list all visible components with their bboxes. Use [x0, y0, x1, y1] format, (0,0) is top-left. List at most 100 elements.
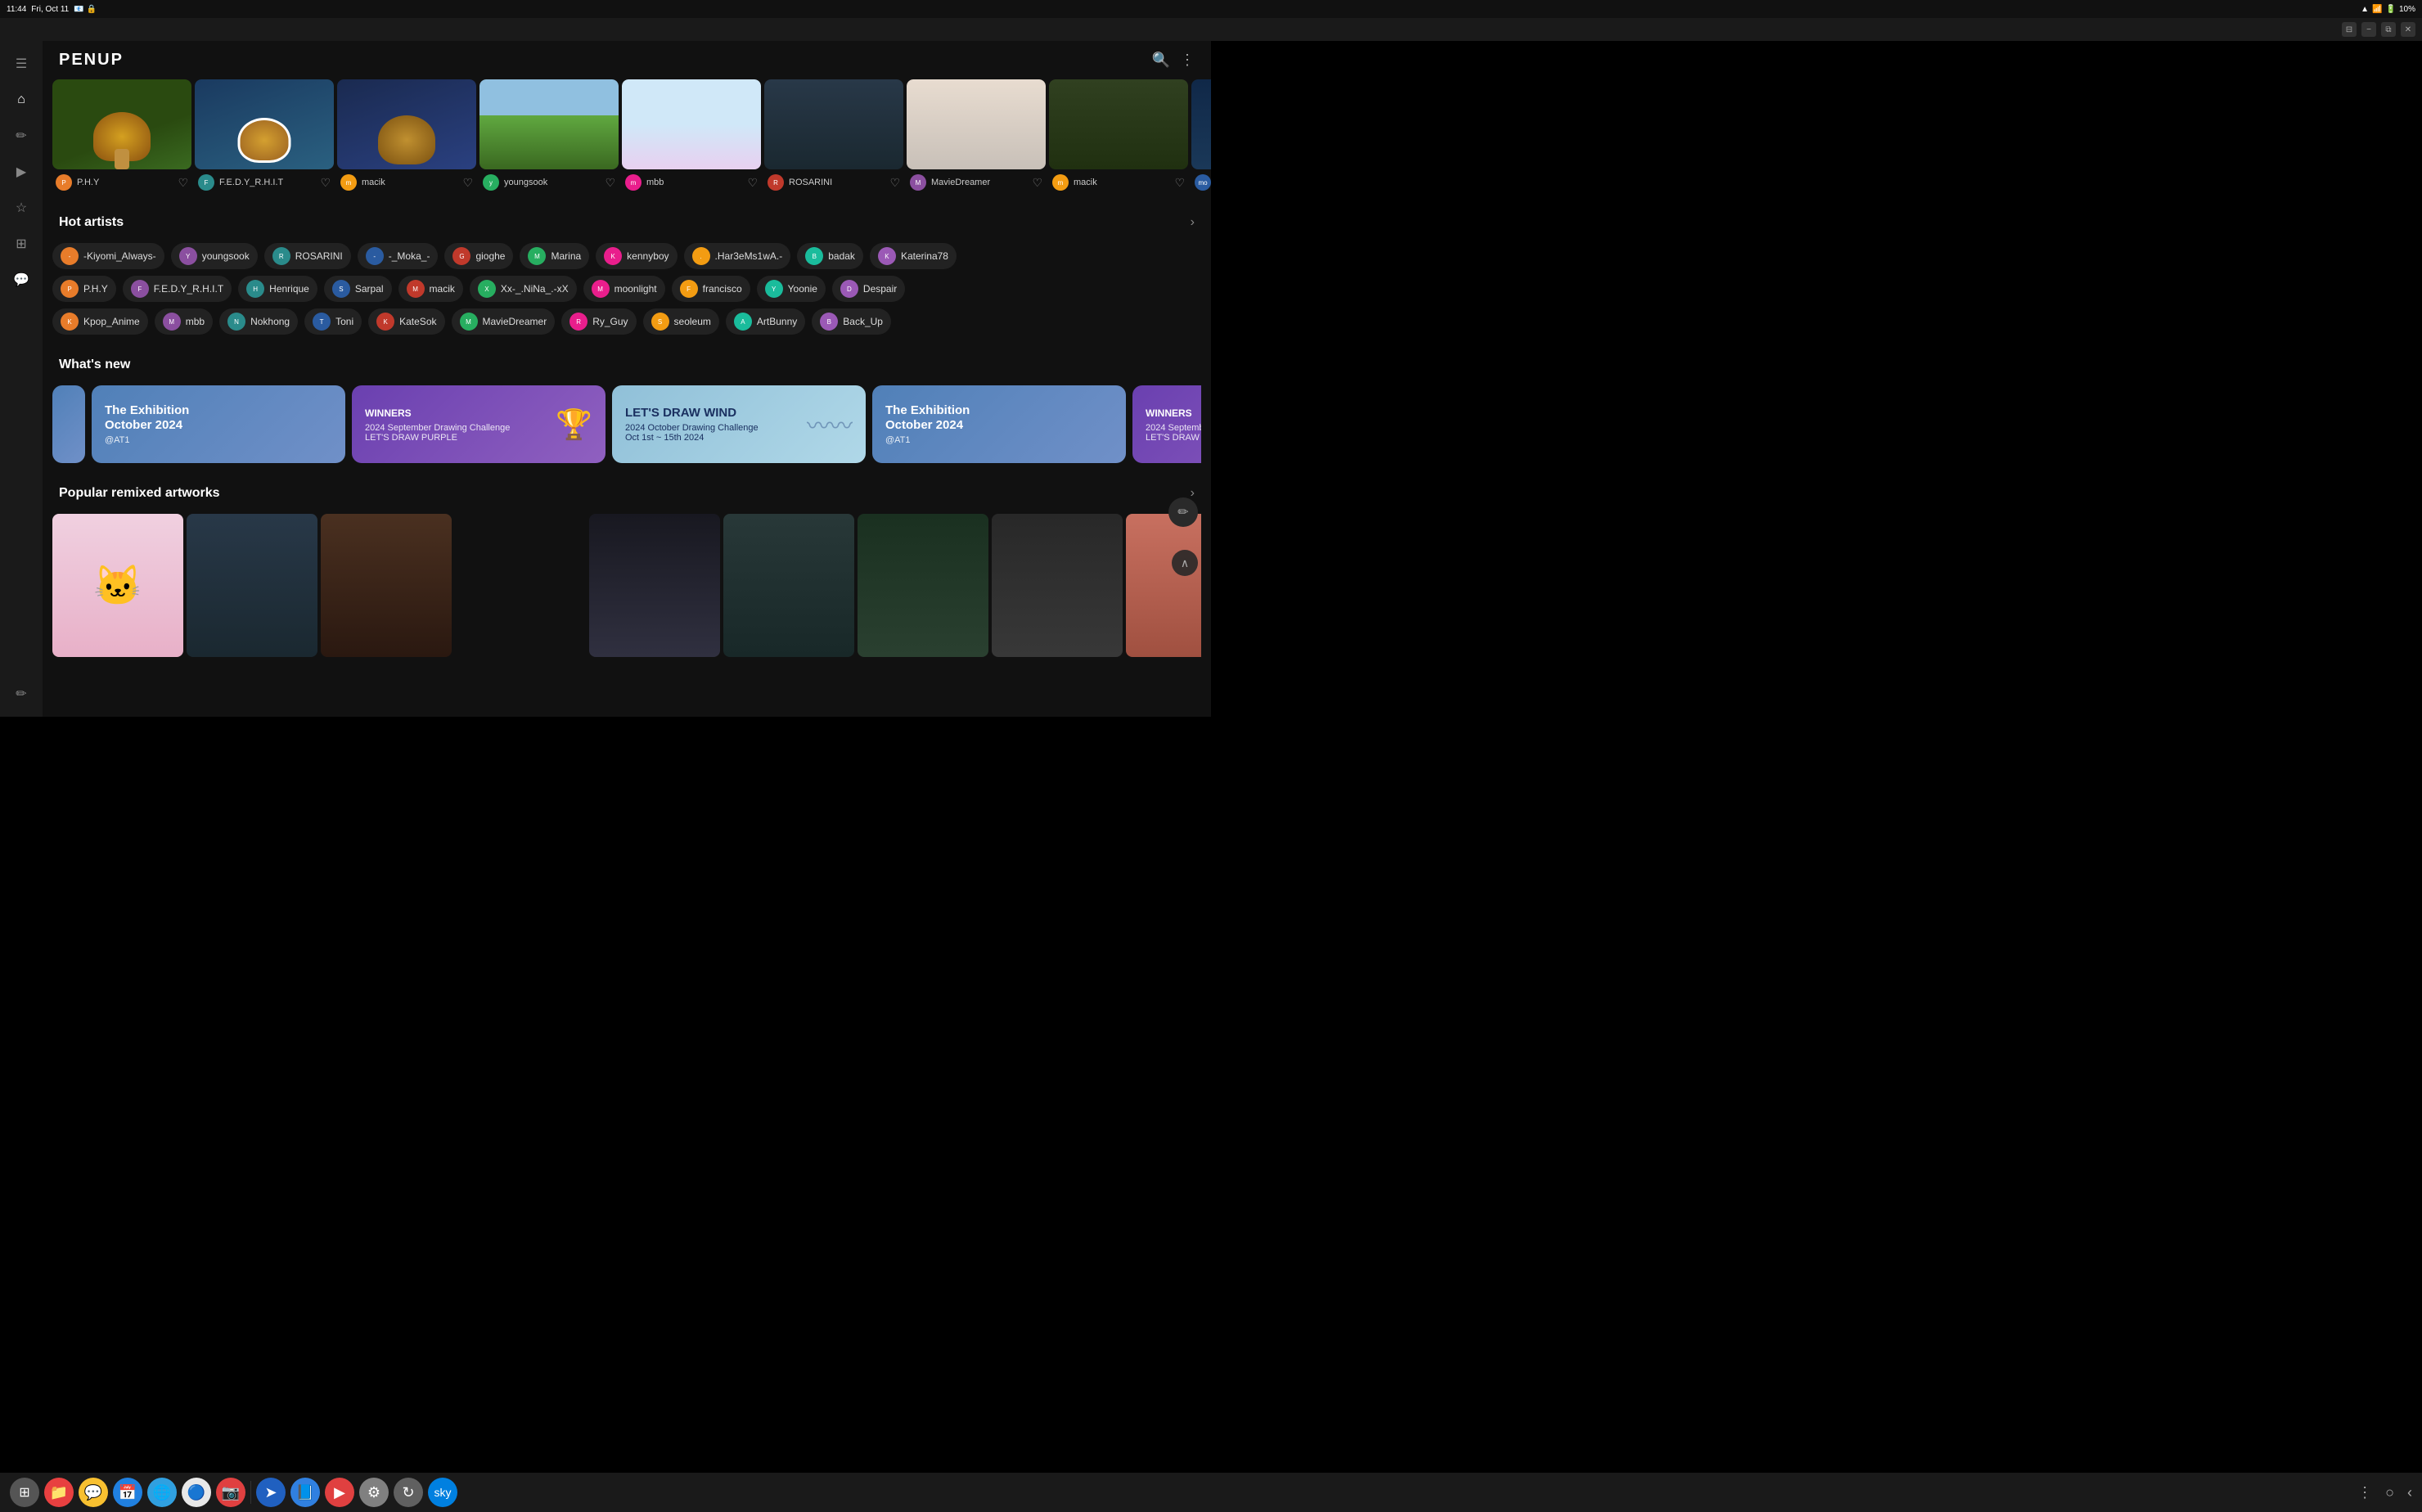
scroll-up-button[interactable]: ∧	[1172, 550, 1198, 576]
popular-item[interactable]	[992, 514, 1123, 657]
news-card-exhibition-2[interactable]: The ExhibitionOctober 2024 @AT1	[92, 385, 345, 463]
artist-chip[interactable]: XXx-_.NiNa_.-xX	[470, 276, 577, 302]
taskbar-sync-icon[interactable]: ↻	[394, 1478, 423, 1507]
popular-item[interactable]: 🐱	[52, 514, 183, 657]
artist-chip-name: Toni	[335, 316, 353, 327]
like-button[interactable]: ♡	[462, 176, 473, 190]
taskbar-calendar-icon[interactable]: 📅	[113, 1478, 142, 1507]
artist-chip[interactable]: Mmacik	[398, 276, 463, 302]
artist-chip[interactable]: KKpop_Anime	[52, 308, 148, 335]
artist-chip[interactable]: Ffrancisco	[672, 276, 750, 302]
artist-chip[interactable]: DDespair	[832, 276, 905, 302]
like-button[interactable]: ♡	[605, 176, 615, 190]
artist-chip[interactable]: Mmoonlight	[583, 276, 665, 302]
artist-chip[interactable]: Yyoungsook	[171, 243, 258, 269]
taskbar-camera-icon[interactable]: 📷	[216, 1478, 245, 1507]
sidebar-home-icon[interactable]: ⌂	[5, 83, 38, 116]
like-button[interactable]: ♡	[1174, 176, 1185, 190]
like-button[interactable]: ♡	[1032, 176, 1042, 190]
artist-chip[interactable]: KKateSok	[368, 308, 444, 335]
artist-chip[interactable]: NNokhong	[219, 308, 298, 335]
taskbar-settings-icon[interactable]: ⚙	[359, 1478, 389, 1507]
taskbar-chat-icon[interactable]: 💬	[79, 1478, 108, 1507]
news-card-exhibition-1[interactable]	[52, 385, 85, 463]
popular-item[interactable]	[589, 514, 720, 657]
artist-chip[interactable]: BBack_Up	[812, 308, 891, 335]
news-card-winners-2[interactable]: WINNERS 2024 September Drawing Challenge…	[1132, 385, 1201, 463]
artist-chip[interactable]: Bbadak	[797, 243, 863, 269]
sidebar-grid-icon[interactable]: ⊞	[5, 227, 38, 260]
artwork-item[interactable]: F F.E.D.Y_R.H.I.T ♡	[195, 79, 334, 196]
artist-chip[interactable]: --_Moka_-	[358, 243, 439, 269]
popular-arrow[interactable]: ›	[1191, 486, 1195, 501]
news-card-wind[interactable]: LET'S DRAW WIND 2024 October Drawing Cha…	[612, 385, 866, 463]
like-button[interactable]: ♡	[889, 176, 900, 190]
artist-chip[interactable]: --Kiyomi_Always-	[52, 243, 164, 269]
sidebar-menu-icon[interactable]: ☰	[5, 47, 38, 80]
artist-chip[interactable]: TToni	[304, 308, 362, 335]
taskbar-apps-icon[interactable]: ⊞	[10, 1478, 39, 1507]
artist-chip[interactable]: PP.H.Y	[52, 276, 116, 302]
artist-chip[interactable]: Mmbb	[155, 308, 213, 335]
artist-chip[interactable]: Sseoleum	[643, 308, 719, 335]
artwork-item[interactable]: mo moonlight ♡	[1191, 79, 1211, 196]
artist-chip[interactable]: HHenrique	[238, 276, 317, 302]
sidebar-star-icon[interactable]: ☆	[5, 191, 38, 224]
taskbar-folder-icon[interactable]: 📁	[44, 1478, 74, 1507]
artist-chip[interactable]: ..Har3eMs1wA.-	[684, 243, 791, 269]
edit-fab-button[interactable]: ✏	[1168, 497, 1198, 527]
artist-chip[interactable]: KKaterina78	[870, 243, 957, 269]
popular-item[interactable]	[321, 514, 452, 657]
taskbar-sky-icon[interactable]: sky	[428, 1478, 457, 1507]
artist-chip[interactable]: SSarpal	[324, 276, 392, 302]
more-options-icon[interactable]: ⋮	[1180, 52, 1195, 69]
window-close-btn[interactable]: ✕	[2401, 22, 2415, 37]
popular-item[interactable]	[455, 514, 586, 657]
taskbar-browser-icon[interactable]: 🌐	[147, 1478, 177, 1507]
artist-chip[interactable]: Kkennyboy	[596, 243, 677, 269]
taskbar-three-lines-icon[interactable]: ⋮	[2357, 1484, 2372, 1501]
window-split-btn[interactable]: ⊟	[2342, 22, 2357, 37]
popular-item[interactable]	[723, 514, 854, 657]
news-card-winners-1[interactable]: WINNERS 2024 September Drawing Challenge…	[352, 385, 606, 463]
artwork-item[interactable]: m mbb ♡	[622, 79, 761, 196]
artwork-item[interactable]: m macik ♡	[337, 79, 476, 196]
taskbar-chrome-icon[interactable]: 🔵	[182, 1478, 211, 1507]
popular-item[interactable]	[1126, 514, 1201, 657]
popular-item[interactable]	[858, 514, 988, 657]
artwork-item[interactable]: M MavieDreamer ♡	[907, 79, 1046, 196]
like-button[interactable]: ♡	[178, 176, 188, 190]
sidebar-pen-icon[interactable]: ✏	[5, 677, 38, 710]
hot-artists-arrow[interactable]: ›	[1191, 215, 1195, 230]
taskbar-back-icon[interactable]: ‹	[2407, 1484, 2412, 1501]
taskbar-play-icon[interactable]: ▶	[325, 1478, 354, 1507]
like-button[interactable]: ♡	[747, 176, 758, 190]
sidebar-brush-icon[interactable]: ✏	[5, 119, 38, 152]
artwork-item[interactable]: P P.H.Y ♡	[52, 79, 191, 196]
artwork-item[interactable]: y youngsook ♡	[479, 79, 619, 196]
popular-item[interactable]	[187, 514, 317, 657]
like-button[interactable]: ♡	[320, 176, 331, 190]
news-card-title: The ExhibitionOctober 2024	[105, 403, 332, 433]
artist-chip[interactable]: YYoonie	[757, 276, 826, 302]
artist-chip[interactable]: FF.E.D.Y_R.H.I.T	[123, 276, 232, 302]
artist-chip[interactable]: RROSARINI	[264, 243, 351, 269]
taskbar-nav-icon[interactable]: ➤	[256, 1478, 286, 1507]
taskbar-circle-icon[interactable]: ○	[2385, 1484, 2394, 1501]
sidebar-chat-icon[interactable]: 💬	[5, 263, 38, 296]
sidebar-video-icon[interactable]: ▶	[5, 155, 38, 188]
artwork-item[interactable]: m macik ♡	[1049, 79, 1188, 196]
window-minimize-btn[interactable]: −	[2361, 22, 2376, 37]
taskbar-blue-icon[interactable]: 📘	[290, 1478, 320, 1507]
artist-chip[interactable]: RRy_Guy	[561, 308, 636, 335]
artist-chip[interactable]: MMarina	[520, 243, 589, 269]
artist-chip[interactable]: Ggioghe	[444, 243, 513, 269]
artist-chip[interactable]: AArtBunny	[726, 308, 805, 335]
news-card-exhibition-3[interactable]: The ExhibitionOctober 2024 @AT1	[872, 385, 1126, 463]
sidebar: ☰ ⌂ ✏ ▶ ☆ ⊞ 💬 ✏	[0, 41, 43, 717]
window-expand-btn[interactable]: ⧉	[2381, 22, 2396, 37]
artist-chip[interactable]: MMavieDreamer	[452, 308, 556, 335]
search-icon[interactable]: 🔍	[1152, 52, 1170, 69]
artwork-item[interactable]: R ROSARINI ♡	[764, 79, 903, 196]
app-title: PENUP	[59, 51, 124, 70]
